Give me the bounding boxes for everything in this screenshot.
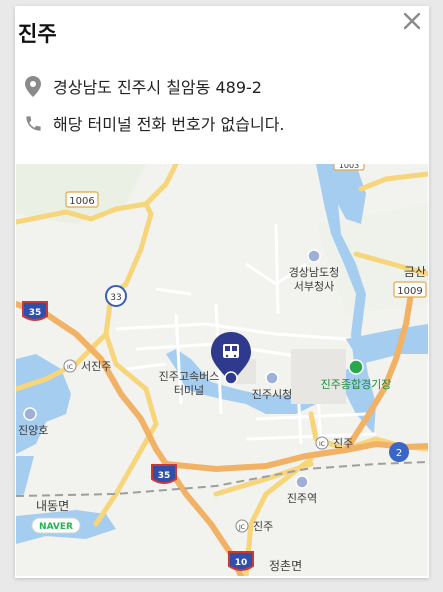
naedong-label: 내동면: [36, 499, 69, 513]
svg-text:JC: JC: [238, 524, 245, 531]
svg-text:35: 35: [158, 471, 171, 481]
svg-text:2: 2: [396, 448, 402, 459]
route-badge-1006: 1006: [65, 191, 99, 208]
panel-title: 진주: [18, 22, 57, 46]
location-pin-icon: [23, 75, 43, 97]
svg-text:서진주: 서진주: [81, 360, 111, 373]
svg-text:진주: 진주: [333, 437, 353, 450]
terminal-info-panel: 진주 경상남도 진주시 칠암동 489-2 해당 터미널 전화 번호가 없습니다…: [15, 6, 429, 578]
jinju-ic[interactable]: IC 진주: [315, 436, 353, 450]
svg-text:35: 35: [29, 308, 42, 318]
svg-text:33: 33: [110, 293, 121, 303]
svg-text:1003: 1003: [339, 164, 359, 170]
svg-text:NAVER: NAVER: [39, 522, 73, 532]
svg-text:진주고속버스: 진주고속버스: [159, 370, 220, 383]
svg-text:진주역: 진주역: [287, 492, 317, 505]
route-badge-35a: 35: [22, 301, 48, 321]
svg-text:10: 10: [235, 558, 248, 568]
route-badge-35b: 35: [151, 464, 177, 484]
svg-text:진주종합경기장: 진주종합경기장: [321, 378, 392, 391]
address-text: 경상남도 진주시 칠암동 489-2: [53, 78, 262, 97]
svg-text:진양호: 진양호: [18, 424, 48, 437]
address-row: 경상남도 진주시 칠암동 489-2: [23, 74, 262, 98]
route-badge-1009: 1009: [393, 281, 427, 298]
svg-text:진주시청: 진주시청: [252, 388, 292, 401]
svg-text:1006: 1006: [69, 196, 94, 207]
phone-row: 해당 터미널 전화 번호가 없습니다.: [23, 111, 285, 135]
svg-text:서부청사: 서부청사: [294, 280, 334, 293]
route-badge-33: 33: [105, 285, 127, 307]
svg-text:진주: 진주: [253, 520, 273, 533]
svg-text:터미널: 터미널: [174, 384, 204, 397]
seojinju-ic[interactable]: IC 서진주: [63, 359, 111, 373]
phone-icon: [23, 113, 43, 133]
geumsan-label: 금산: [404, 265, 426, 279]
svg-text:1009: 1009: [397, 286, 422, 297]
jinju-jc[interactable]: JC 진주: [235, 519, 273, 533]
route-badge-10: 10: [228, 551, 254, 571]
svg-text:경상남도청: 경상남도청: [289, 266, 340, 279]
map-view[interactable]: 1006 1009 1003 33 35 35 10 2 경상남도청 서부청사 …: [16, 164, 428, 576]
route-badge-2: 2: [389, 442, 409, 462]
svg-text:IC: IC: [319, 441, 325, 448]
svg-text:IC: IC: [67, 364, 73, 371]
naver-logo: NAVER: [31, 517, 81, 534]
jeongchon-label: 정촌면: [269, 559, 302, 573]
phone-text: 해당 터미널 전화 번호가 없습니다.: [53, 115, 285, 134]
close-icon[interactable]: [399, 8, 425, 34]
route-badge-top: 1003: [333, 164, 365, 171]
